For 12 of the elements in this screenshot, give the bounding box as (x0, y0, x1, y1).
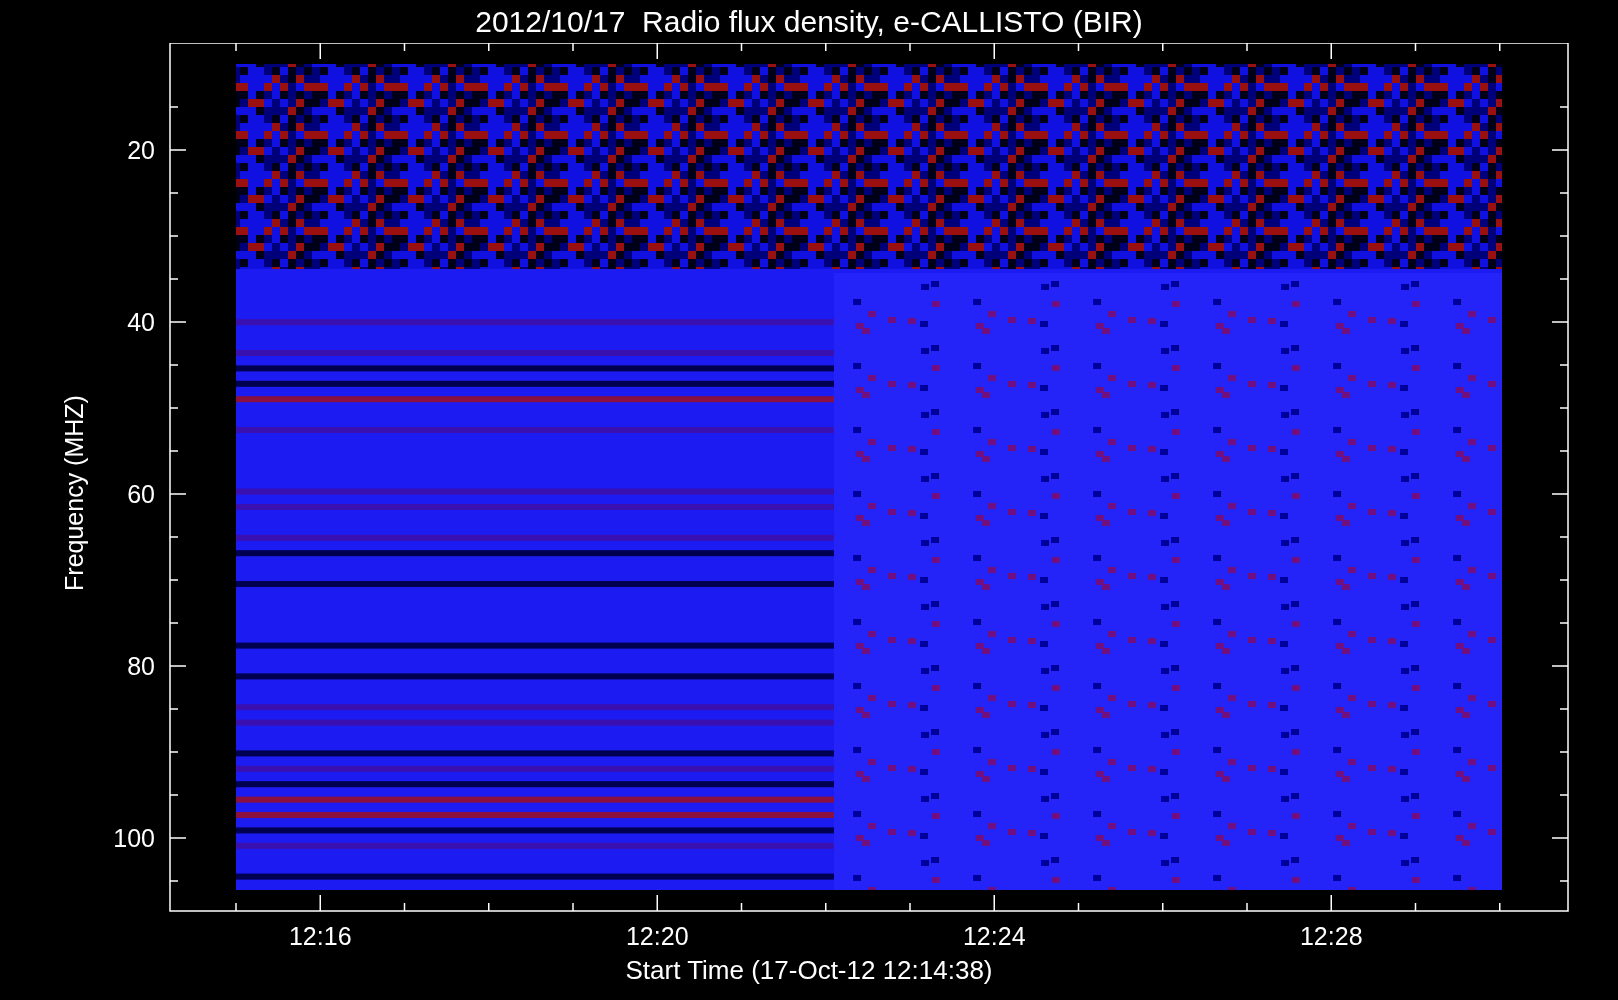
x-tick-label: 12:24 (962, 922, 1026, 950)
chart-title: 2012/10/17 Radio flux density, e-CALLISTO (BIR) (475, 6, 1143, 37)
y-tick-label: 40 (127, 308, 155, 336)
x-tick-label: 12:20 (625, 922, 689, 950)
x-tick-label: 12:28 (1299, 922, 1363, 950)
y-tick-label: 20 (127, 136, 155, 164)
x-tick-label: 12:16 (288, 922, 352, 950)
x-axis-title: Start Time (17-Oct-12 12:14:38) (625, 957, 993, 983)
y-tick-label: 100 (113, 824, 155, 852)
y-tick-label: 60 (127, 480, 155, 508)
y-tick-label: 80 (127, 652, 155, 680)
y-axis-title: Frequency (MHZ) (60, 395, 88, 591)
